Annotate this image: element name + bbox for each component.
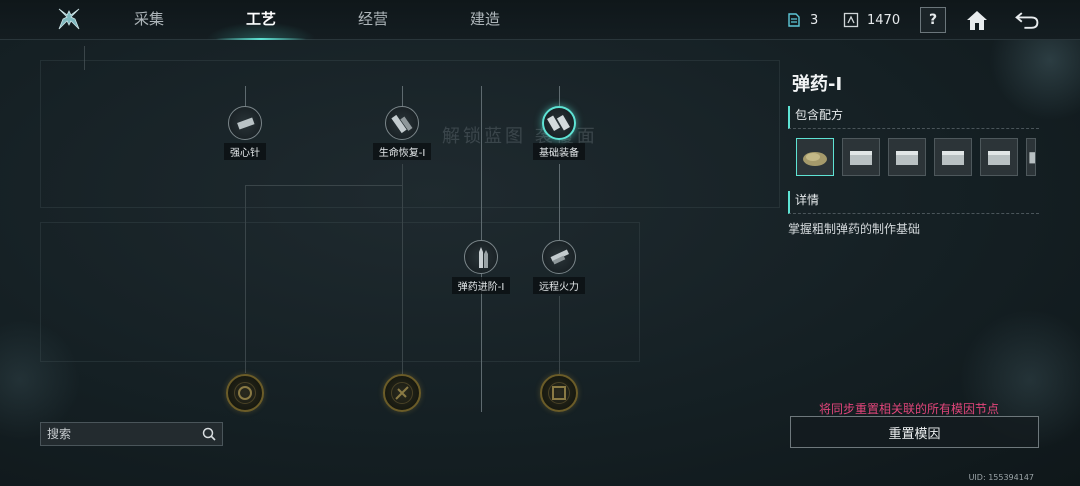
tree-link (402, 86, 403, 108)
medkit-icon (385, 106, 419, 140)
blueprint-counter: 3 (786, 10, 818, 30)
equipment-icon (542, 106, 576, 140)
home-button[interactable] (964, 7, 990, 33)
ammo-box-icon (1029, 152, 1035, 164)
reset-warning: 将同步重置相关联的所有模因节点 (818, 402, 999, 416)
tree-node-adrenaline[interactable]: 强心针 (205, 106, 285, 160)
tree-link (559, 86, 560, 108)
recipes-heading: 包含配方 (788, 106, 1039, 129)
home-icon (967, 11, 987, 30)
search-input[interactable] (47, 427, 202, 441)
meme-icon (552, 386, 566, 400)
gun-icon (542, 240, 576, 274)
meme-icon (238, 386, 252, 400)
recipe-item-ammo-box[interactable] (934, 138, 972, 176)
game-logo-icon[interactable] (56, 6, 82, 32)
tab-build[interactable]: 建造 (430, 0, 540, 40)
ammo-box-icon (988, 151, 1010, 165)
panel-title: 弹药-I (792, 74, 843, 95)
tree-node-ammo-advanced[interactable]: 弹药进阶-I (441, 240, 521, 294)
ammo-box-icon (942, 151, 964, 165)
recipe-item-ammo-box[interactable] (980, 138, 1018, 176)
currency-icon (843, 12, 859, 28)
tree-link (245, 185, 246, 373)
tree-link (245, 86, 246, 108)
back-button[interactable] (1014, 7, 1040, 33)
meme-node-bottom-left[interactable] (226, 374, 264, 412)
currency-amount: 1470 (867, 12, 901, 28)
tech-tree[interactable]: 解锁蓝图 袭覆面 强心针 生命恢复-I 基础装备 弹药进阶-I 远程火力 搜索 (0, 40, 780, 486)
recipe-item-ammo-box[interactable] (888, 138, 926, 176)
tree-link (245, 185, 403, 186)
search-icon[interactable] (202, 427, 216, 441)
tab-gather[interactable]: 采集 (94, 0, 204, 40)
tree-node-health-recovery[interactable]: 生命恢复-I (362, 106, 442, 160)
blueprint-count: 3 (810, 12, 819, 28)
search-box[interactable] (40, 422, 223, 446)
ammo-box-icon (896, 151, 918, 165)
tab-craft[interactable]: 工艺 (206, 0, 316, 40)
top-nav-bar: 采集 工艺 经营 建造 3 1470 ? (0, 0, 1080, 40)
recipe-item-gunpowder[interactable] (796, 138, 834, 176)
meme-node-bottom-middle[interactable] (383, 374, 421, 412)
ammo-box-icon (850, 151, 872, 165)
tree-link (559, 296, 560, 374)
node-label: 基础装备 (533, 143, 585, 160)
detail-panel: 弹药-I 包含配方 详情 掌握粗制弹药的制作基础 将同步重置相关联的所有模因节点… (780, 40, 1080, 486)
tree-node-ranged-firepower[interactable]: 远程火力 (519, 240, 599, 294)
tree-link (402, 164, 403, 374)
help-button[interactable]: ? (920, 7, 946, 33)
item-description: 掌握粗制弹药的制作基础 (788, 222, 921, 236)
reset-meme-button[interactable]: 重置模因 (790, 416, 1039, 448)
recipe-list (796, 138, 1036, 176)
node-label: 弹药进阶-I (451, 277, 511, 294)
meme-node-bottom-right[interactable] (540, 374, 578, 412)
user-id: UID: 155394147 (968, 473, 1034, 482)
recipe-item-ammo-box[interactable] (1026, 138, 1036, 176)
powder-icon (803, 152, 827, 166)
currency-counter: 1470 (843, 10, 900, 30)
tree-node-basic-equipment[interactable]: 基础装备 (519, 106, 599, 160)
recipe-item-ammo-box[interactable] (842, 138, 880, 176)
node-label: 生命恢复-I (372, 143, 432, 160)
back-arrow-icon (1015, 12, 1039, 29)
bullet-icon (464, 240, 498, 274)
tab-manage[interactable]: 经营 (318, 0, 428, 40)
details-heading: 详情 (788, 191, 1039, 214)
syringe-icon (228, 106, 262, 140)
tree-link (559, 164, 560, 240)
node-label: 远程火力 (533, 277, 585, 294)
node-label: 强心针 (224, 143, 266, 160)
meme-icon (395, 386, 409, 400)
blueprint-icon (788, 13, 800, 27)
